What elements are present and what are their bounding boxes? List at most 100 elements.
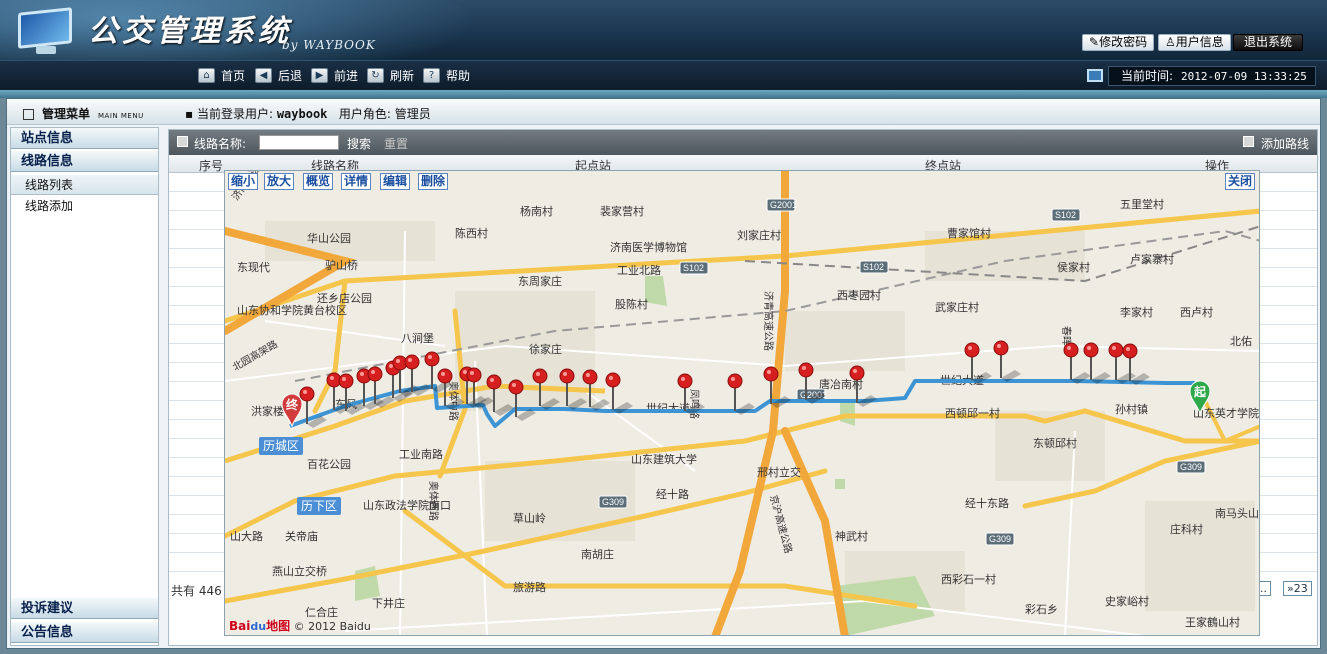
sidebar-section-complaints[interactable]: 投诉建议 [11, 598, 158, 619]
svg-text:G309: G309 [602, 497, 624, 507]
map-place-label: 卢家寨村 [1130, 252, 1174, 266]
main-toolbar: ⌂ 首页 ◀ 后退 ▶ 前进 ↻ 刷新 ? 帮助 当前时间: 2012-07-09 13:3… [0, 60, 1327, 90]
map-place-label: 百花公园 [307, 458, 351, 471]
highway-shield: S102 [859, 260, 889, 274]
svg-text:S102: S102 [683, 263, 704, 273]
add-route-icon [1243, 136, 1254, 147]
help-icon: ? [423, 68, 440, 83]
sidebar-section-routes[interactable]: 线路信息 [11, 151, 158, 172]
map-place-label: 东周家庄 [518, 274, 562, 288]
zoom-out-button[interactable]: 缩小 [228, 173, 259, 190]
header-divider [0, 90, 1327, 98]
close-map-button[interactable]: 关闭 [1224, 173, 1255, 190]
logout-button[interactable]: 退出系统 [1233, 34, 1303, 51]
home-button[interactable]: ⌂ 首页 [198, 68, 245, 84]
edit-button[interactable]: 编辑 [380, 173, 411, 190]
help-label: 帮助 [446, 69, 471, 83]
sidebar-section-notices[interactable]: 公告信息 [11, 622, 158, 643]
map-place-label: 五里堂村 [1120, 197, 1164, 211]
map-place-label: 庄科村 [1170, 522, 1203, 536]
map-place-label: 旅游路 [513, 580, 546, 594]
sidebar-item-route-list[interactable]: 线路列表 [11, 175, 158, 195]
help-button[interactable]: ? 帮助 [423, 68, 470, 84]
sidebar: 站点信息 线路信息 线路列表 线路添加 投诉建议 公告信息 [10, 127, 159, 646]
district-label-lixia: 历下区 [297, 497, 342, 515]
svg-text:G309: G309 [989, 534, 1011, 544]
highway-shield: S102 [679, 261, 709, 275]
map-place-label: 山东建筑大学 [631, 452, 697, 466]
change-password-button[interactable]: ✎修改密码 [1082, 34, 1155, 51]
map-place-label: 彩石乡 [1025, 603, 1058, 616]
menu-title: 管理菜单 MAIN MENU [23, 105, 144, 122]
highway-shield: S102 [1051, 208, 1081, 222]
map-place-label: 北佑 [1230, 334, 1252, 348]
map-place-label: 徐家庄 [529, 342, 562, 356]
map-place-label: 济南医学博物馆 [610, 240, 687, 254]
overview-button[interactable]: 概览 [303, 173, 334, 190]
map-place-label: 南胡庄 [581, 547, 614, 561]
map-place-label: 草山岭 [513, 511, 546, 525]
current-time: 当前时间: 2012-07-09 13:33:25 [1108, 66, 1316, 86]
map-place-label: 李家村 [1120, 305, 1153, 319]
baidu-logo-suffix: 地图 [266, 619, 291, 633]
map-place-label: 刘家庄村 [737, 228, 781, 242]
baidu-map-attribution: Baidu地图 © 2012 Baidu [229, 617, 371, 634]
svg-text:终: 终 [286, 397, 299, 412]
forward-arrow-icon: ▶ [311, 68, 328, 83]
map-place-label: 西卢村 [1180, 305, 1213, 319]
highway-shield: G2001 [766, 198, 797, 212]
details-button[interactable]: 详情 [341, 173, 372, 190]
map-place-label: 东顿邱村 [1033, 436, 1077, 450]
current-time-value: 2012-07-09 13:33:25 [1181, 70, 1307, 83]
map-place-label: 还乡店公园 [317, 291, 372, 305]
map-place-label: 神武村 [835, 529, 868, 543]
sidebar-section-stations[interactable]: 站点信息 [11, 128, 158, 149]
forward-button[interactable]: ▶ 前进 [311, 68, 358, 84]
svg-text:起: 起 [1193, 384, 1207, 399]
baidu-logo-bai: Bai [229, 619, 251, 633]
back-button[interactable]: ◀ 后退 [255, 68, 302, 84]
map-place-label: 经十路 [656, 487, 689, 501]
map-place-label: 西顿邱一村 [945, 406, 1000, 420]
map-place-label: 工业南路 [399, 448, 443, 461]
refresh-icon: ↻ [367, 68, 384, 83]
map-canvas[interactable]: 杨南村 裴家营村陈西村济南医学博物馆 刘家庄村 曹家馆村 五里堂村华山公园驴山桥 工业北路… [225, 171, 1260, 636]
map-place-label: 驴山桥 [325, 258, 358, 272]
map-place-label: 八涧堡 [401, 331, 434, 345]
info-bar: 管理菜单 MAIN MENU ▪ 当前登录用户: waybook 用户角色: 管理… [7, 99, 1320, 125]
map-place-label: 山东政法学院南口 [363, 498, 451, 512]
map-place-label: 曹家馆村 [947, 226, 991, 240]
delete-button[interactable]: 删除 [418, 173, 449, 190]
monitor-logo-icon [14, 7, 76, 56]
column-header-index: 序号 [199, 159, 224, 173]
home-icon: ⌂ [198, 68, 215, 83]
search-button[interactable]: 搜索 [347, 135, 371, 152]
change-password-label: 修改密码 [1099, 35, 1148, 49]
map-place-label: 东现代 [237, 261, 270, 274]
zoom-in-button[interactable]: 放大 [264, 173, 295, 190]
map-place-label: 邢村立交 [757, 465, 801, 479]
highway-shield: G309 [1176, 460, 1206, 474]
map-place-label: 关帝庙 [285, 529, 318, 543]
search-bar: 线路名称: 搜索 重置 添加路线 [169, 130, 1317, 155]
map-place-label: 武家庄村 [935, 300, 979, 314]
route-name-input[interactable] [259, 135, 339, 150]
map-place-label: 经十东路 [965, 496, 1009, 510]
map-place-label: 股陈村 [615, 297, 648, 311]
menu-title-text: 管理菜单 [42, 107, 91, 121]
home-label: 首页 [221, 69, 246, 83]
refresh-button[interactable]: ↻ 刷新 [367, 68, 414, 84]
role-value: 管理员 [394, 107, 431, 121]
route-map-popup[interactable]: 杨南村 裴家营村 陈西村 济南医学博物馆 刘家庄村 曹家馆村 五里堂村 华山公园 驴山桥 工业北路… [224, 170, 1260, 636]
baidu-paw-icon: du [250, 620, 267, 633]
search-bar-icon [177, 136, 188, 147]
add-route-button[interactable]: 添加路线 [1261, 135, 1309, 152]
map-place-label: 下井庄 [372, 596, 405, 610]
user-info-button[interactable]: ♙用户信息 [1158, 34, 1231, 51]
sidebar-item-route-add[interactable]: 线路添加 [11, 196, 158, 216]
forward-label: 前进 [334, 69, 359, 83]
reset-button[interactable]: 重置 [384, 135, 408, 152]
menu-icon [23, 109, 34, 120]
pagination-last-page[interactable]: »23 [1283, 581, 1312, 596]
map-copyright: © 2012 Baidu [293, 620, 371, 633]
